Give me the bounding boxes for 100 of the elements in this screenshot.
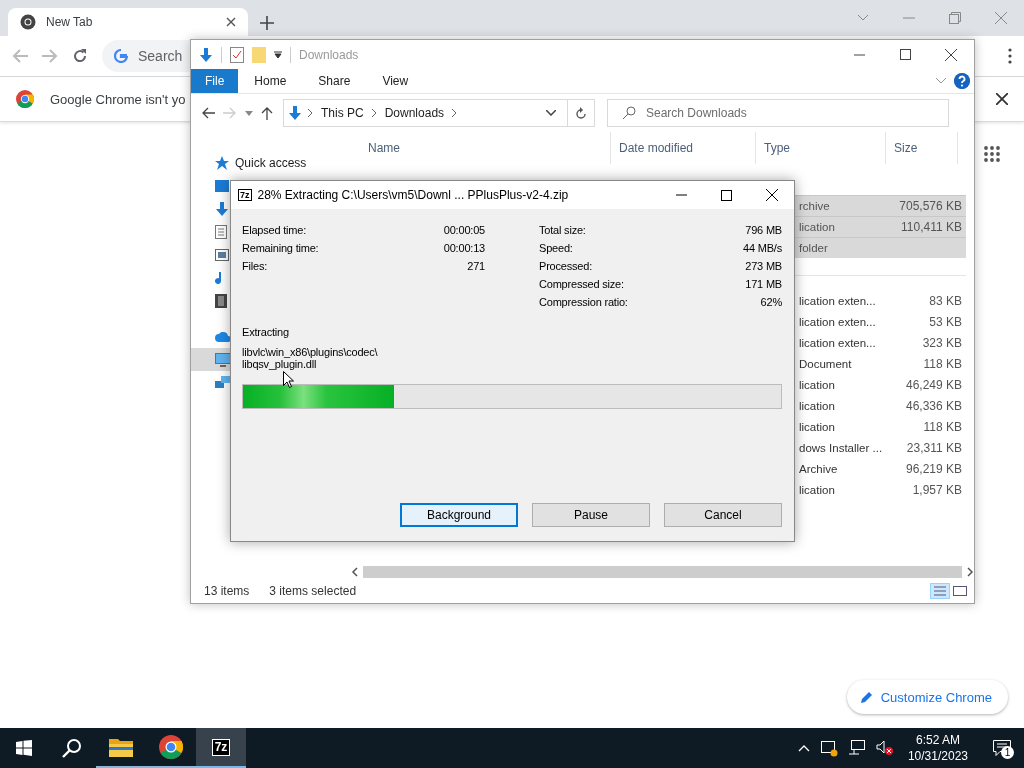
close-icon [996,93,1008,105]
breadcrumb-item[interactable]: Downloads [382,106,447,120]
close-button[interactable] [996,93,1008,105]
chevron-up-icon[interactable] [797,744,810,752]
close-icon [945,48,957,61]
stat-value: 44 MB/s [743,242,782,254]
size-cell-text: 1,957 KB [911,483,963,497]
scroll-left-icon[interactable] [351,566,359,577]
volume-muted-icon[interactable] [875,740,894,756]
thumbnails-view-icon[interactable] [952,583,968,599]
stat-value: 796 MB [744,224,782,236]
forward-icon [223,107,237,119]
network-icon [215,375,231,390]
ribbon-tab[interactable]: Home [238,69,303,93]
item-count: 13 items [204,584,250,598]
google-icon [114,49,128,63]
close-icon [765,189,778,201]
chevron-icon [371,109,377,117]
maximize-icon [899,49,911,60]
size-cell-text: 323 KB [921,336,963,350]
stat-value: 271 [466,260,485,272]
stat-value: 00:00:13 [443,242,485,254]
chevron-down-icon [857,14,869,22]
document-icon [215,224,227,239]
file-path: libqsv_plugin.dll [242,358,317,370]
up-button[interactable] [261,106,273,120]
menu-button[interactable] [1008,48,1012,64]
expand-ribbon-icon[interactable] [936,78,946,84]
security-icon[interactable] [819,739,838,757]
status-label: Extracting [242,326,290,338]
recent-locations-button[interactable] [245,110,253,116]
column-header[interactable]: Name [346,132,611,164]
dialog-button[interactable]: Cancel [664,503,782,527]
nav-item[interactable]: Quick access [235,156,307,170]
scrollbar-thumb[interactable] [363,565,962,578]
download-icon [288,105,302,121]
size-cell-text: 118 KB [922,420,963,434]
column-header[interactable]: Type [756,132,886,164]
pencil-icon [860,691,873,703]
minimize-icon [853,53,865,56]
windows-icon [16,740,32,756]
computer-icon [215,352,231,367]
chrome-icon [20,14,36,30]
plus-icon [260,16,274,30]
cloud-icon [215,331,231,342]
clock[interactable]: 6:52 AM 10/31/2023 [907,732,968,764]
notifications-button[interactable]: 1 [988,734,1016,762]
browser-tab[interactable]: New Tab [8,8,248,36]
reload-button[interactable] [72,48,88,64]
size-cell-text: 83 KB [928,294,963,308]
dialog-button[interactable]: Pause [532,503,650,527]
network-icon[interactable] [847,740,866,756]
type-cell: lication [799,421,835,433]
back-button[interactable] [201,107,215,119]
column-header[interactable]: Size [886,132,958,164]
type-cell: lication exten... [799,337,876,349]
type-cell: lication [799,484,835,496]
restore-icon [949,12,961,24]
type-cell: lication [799,400,835,412]
close-icon [995,12,1007,24]
properties-icon[interactable] [230,46,244,63]
window-title: Downloads [299,47,359,62]
breadcrumb-item[interactable]: This PC [319,106,366,120]
type-cell: dows Installer ... [799,442,883,454]
close-icon[interactable] [226,17,236,27]
apps-icon[interactable] [984,146,1000,162]
type-cell: Document [799,358,852,370]
dialog-button[interactable]: Background [400,503,518,527]
type-cell: lication exten... [799,316,876,328]
taskbar-app-button[interactable]: 7z [196,728,246,768]
address-bar[interactable]: This PC Downloads [283,99,595,127]
search-field[interactable]: Search Downloads [607,99,949,127]
help-icon[interactable] [954,73,970,89]
new-tab-button[interactable] [260,16,274,30]
selection-count: 3 items selected [269,584,357,598]
column-header[interactable]: Date modified [611,132,756,164]
mouse-pointer-icon [283,371,294,388]
customize-chrome-button[interactable]: Customize Chrome [846,680,1008,714]
back-icon [12,49,28,63]
ribbon-tab[interactable]: View [366,69,425,93]
ribbon-tab[interactable]: File [191,69,239,93]
search-icon [622,106,636,120]
type-cell: lication [799,221,835,233]
chrome-icon [16,90,34,108]
type-cell: folder [799,242,828,254]
infobar-message: Google Chrome isn't yo [50,91,186,107]
star-icon [215,156,229,170]
ribbon-tab[interactable]: Share [302,69,367,93]
stat-value: 171 MB [744,278,782,290]
download-icon [215,201,229,216]
scroll-right-icon[interactable] [966,566,974,577]
size-cell-text: 705,576 KB [898,199,963,213]
notification-icon [993,740,1011,756]
dropdown-icon[interactable] [274,50,282,59]
size-cell-text: 46,336 KB [904,399,963,413]
stat-label: Elapsed time: [242,224,308,236]
dropdown-icon[interactable] [546,110,556,116]
stat-value: 273 MB [744,260,782,272]
up-arrow-icon [261,106,273,120]
pictures-icon [215,248,229,261]
